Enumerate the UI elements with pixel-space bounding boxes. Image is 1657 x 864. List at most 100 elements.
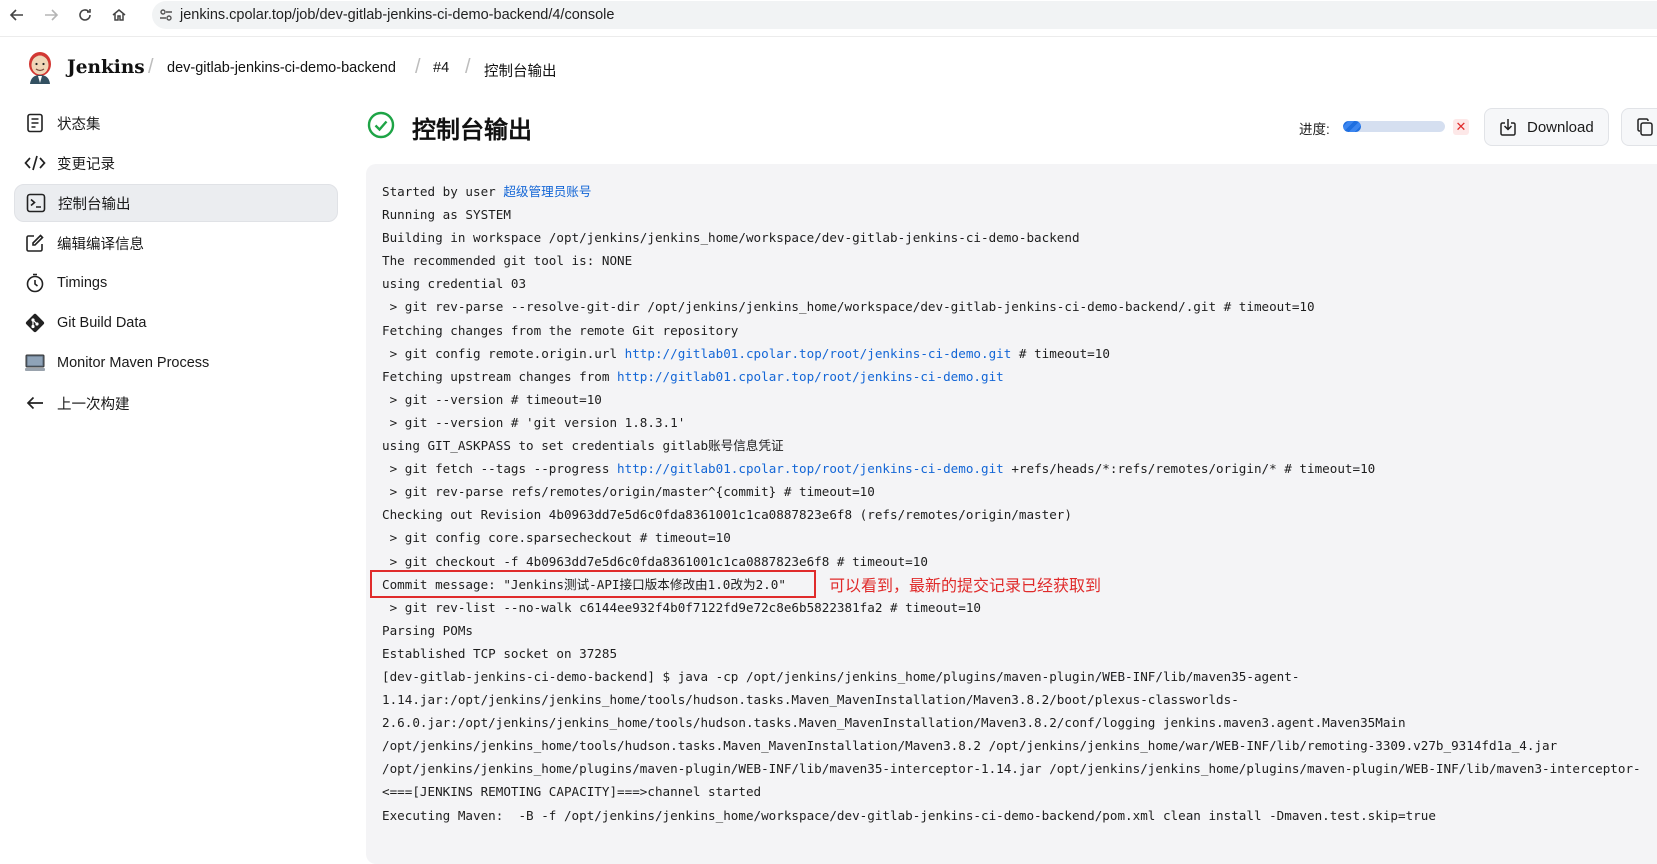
console-line-text: using credential 03 [382, 276, 527, 292]
success-check-icon [367, 111, 395, 139]
console-line: Parsing POMs [382, 619, 1641, 642]
breadcrumb-job[interactable]: dev-gitlab-jenkins-ci-demo-backend [167, 60, 396, 76]
sidebar-item-changes[interactable]: 变更记录 [14, 144, 338, 182]
console-line-text: Fetching upstream changes from [382, 368, 618, 384]
console-link[interactable]: 超级管理员账号 [503, 184, 591, 199]
console-line-tail: +refs/heads/*:refs/remotes/origin/* # ti… [1003, 461, 1376, 477]
console-line-text: Parsing POMs [382, 622, 473, 638]
sidebar-item-label: 上一次构建 [57, 396, 130, 413]
console-line: Checking out Revision 4b0963dd7e5d6c0fda… [382, 503, 1641, 526]
home-button[interactable] [102, 0, 136, 30]
sidebar-item-label: Git Build Data [57, 315, 147, 331]
console-line: Started by user 超级管理员账号 [382, 180, 1641, 203]
document-icon [24, 112, 46, 134]
arrow-left-icon [9, 9, 23, 21]
console-line: Established TCP socket on 37285 [382, 642, 1641, 665]
address-bar[interactable]: jenkins.cpolar.top/job/dev-gitlab-jenkin… [152, 1, 1657, 29]
console-line: /opt/jenkins/jenkins_home/tools/hudson.t… [382, 734, 1641, 757]
console-line-text: The recommended git tool is: NONE [382, 253, 633, 269]
console-line: > git rev-list --no-walk c6144ee932f4b0f… [382, 596, 1641, 619]
sidebar-item-monitor-maven-process[interactable]: Monitor Maven Process [14, 344, 338, 382]
copy-icon [1637, 118, 1653, 136]
sidebar-item-timings[interactable]: Timings [14, 264, 338, 302]
console-line-text: Building in workspace /opt/jenkins/jenki… [382, 230, 1080, 246]
console-line-text: Started by user [382, 184, 504, 199]
download-icon [1500, 119, 1516, 136]
download-label: Download [1527, 118, 1594, 136]
console-line-text: Fetching changes from the remote Git rep… [382, 322, 739, 338]
sidebar-item-label: Timings [57, 275, 108, 291]
arrow-right-icon [45, 9, 59, 21]
progress-fill [1343, 121, 1362, 132]
divider [0, 36, 1657, 37]
console-line: Building in workspace /opt/jenkins/jenki… [382, 226, 1641, 249]
breadcrumb-separator: / [415, 56, 421, 78]
console-line-text: 1.14.jar:/opt/jenkins/jenkins_home/tools… [382, 692, 1239, 708]
sidebar-item-git-build-data[interactable]: Git Build Data [14, 304, 338, 342]
console-lines: Started by user 超级管理员账号 Running as SYSTEM… [382, 180, 1641, 827]
sidebar-item-label: Monitor Maven Process [57, 355, 210, 371]
console-line-text: Established TCP socket on 37285 [382, 645, 618, 661]
console-line-text: /opt/jenkins/jenkins_home/plugins/maven-… [382, 761, 1641, 777]
console-line: > git rev-parse refs/remotes/origin/mast… [382, 480, 1641, 503]
back-button[interactable] [0, 0, 34, 30]
cancel-build-button[interactable]: ✕ [1453, 119, 1469, 135]
console-line: > git config core.sparsecheckout # timeo… [382, 526, 1641, 549]
jenkins-brand[interactable]: Jenkins [67, 57, 145, 78]
code-icon [24, 152, 46, 174]
console-line-text: 2.6.0.jar:/opt/jenkins/jenkins_home/tool… [382, 715, 1406, 731]
console-line-text: > git --version # timeout=10 [382, 391, 602, 407]
console-line-text: Checking out Revision 4b0963dd7e5d6c0fda… [382, 507, 1072, 523]
breadcrumb-console[interactable]: 控制台输出 [484, 60, 557, 81]
annotation-text: 可以看到，最新的提交记录已经获取到 [829, 578, 1102, 595]
console-link[interactable]: http://gitlab01.cpolar.top/root/jenkins-… [617, 369, 1004, 384]
console-line-text: > git fetch --tags --progress [382, 461, 618, 477]
console-line: Fetching upstream changes from http://gi… [382, 365, 1641, 388]
sidebar-item-label: 变更记录 [57, 156, 115, 173]
console-line-text: > git rev-parse --resolve-git-dir /opt/j… [382, 299, 1315, 315]
console-line: using GIT_ASKPASS to set credentials git… [382, 434, 1641, 457]
console-link[interactable]: http://gitlab01.cpolar.top/root/jenkins-… [625, 346, 1012, 361]
commit-message-highlight [370, 570, 816, 598]
console-line: Fetching changes from the remote Git rep… [382, 319, 1641, 342]
download-button[interactable]: Download [1484, 108, 1609, 146]
copy-button[interactable] [1621, 108, 1657, 146]
monitor-icon [24, 352, 46, 374]
breadcrumb-build[interactable]: #4 [433, 60, 449, 76]
console-line: <===[JENKINS REMOTING CAPACITY]===>chann… [382, 780, 1641, 803]
sidebar-item-previous-build[interactable]: 上一次构建 [14, 384, 338, 422]
console-line-text: > git config remote.origin.url [382, 345, 625, 361]
sidebar-item-edit-build-info[interactable]: 编辑编译信息 [14, 224, 338, 262]
console-line: > git fetch --tags --progress http://git… [382, 457, 1641, 480]
console-line-text: > git rev-parse refs/remotes/origin/mast… [382, 484, 875, 500]
home-icon [112, 9, 126, 21]
sidebar-item-console-output[interactable]: 控制台输出 [14, 184, 338, 222]
arrow-left-icon [24, 392, 46, 414]
console-line: > git --version # 'git version 1.8.3.1' [382, 411, 1641, 434]
sidebar: 状态集 变更记录 控制台输出 编辑编译信息 Timings Git Build … [14, 104, 338, 424]
page-title: 控制台输出 [412, 117, 532, 144]
console-line: Executing Maven: -B -f /opt/jenkins/jenk… [382, 804, 1641, 827]
console-line: using credential 03 [382, 272, 1641, 295]
console-line-text: <===[JENKINS REMOTING CAPACITY]===>chann… [382, 784, 762, 800]
jenkins-logo-icon[interactable] [24, 50, 56, 86]
edit-icon [24, 232, 46, 254]
console-line-text: > git rev-list --no-walk c6144ee932f4b0f… [382, 599, 981, 615]
forward-button[interactable] [34, 0, 68, 30]
console-line-text: > git checkout -f 4b0963dd7e5d6c0fda8361… [382, 553, 928, 569]
console-link[interactable]: http://gitlab01.cpolar.top/root/jenkins-… [617, 461, 1004, 476]
tune-icon[interactable] [152, 1, 180, 29]
console-line: [dev-gitlab-jenkins-ci-demo-backend] $ j… [382, 665, 1641, 688]
reload-button[interactable] [68, 0, 102, 30]
console-line: /opt/jenkins/jenkins_home/plugins/maven-… [382, 757, 1641, 780]
console-line-text: /opt/jenkins/jenkins_home/tools/hudson.t… [382, 738, 1558, 754]
progress-label: 进度: [1299, 122, 1330, 137]
console-line: > git --version # timeout=10 [382, 388, 1641, 411]
console-line-text: Running as SYSTEM [382, 207, 511, 223]
console-line-tail: # timeout=10 [1011, 345, 1110, 361]
console-line: > git rev-parse --resolve-git-dir /opt/j… [382, 295, 1641, 318]
progress-bar [1343, 121, 1445, 132]
url-text[interactable]: jenkins.cpolar.top/job/dev-gitlab-jenkin… [180, 7, 614, 23]
console-line: The recommended git tool is: NONE [382, 249, 1641, 272]
sidebar-item-status[interactable]: 状态集 [14, 104, 338, 142]
